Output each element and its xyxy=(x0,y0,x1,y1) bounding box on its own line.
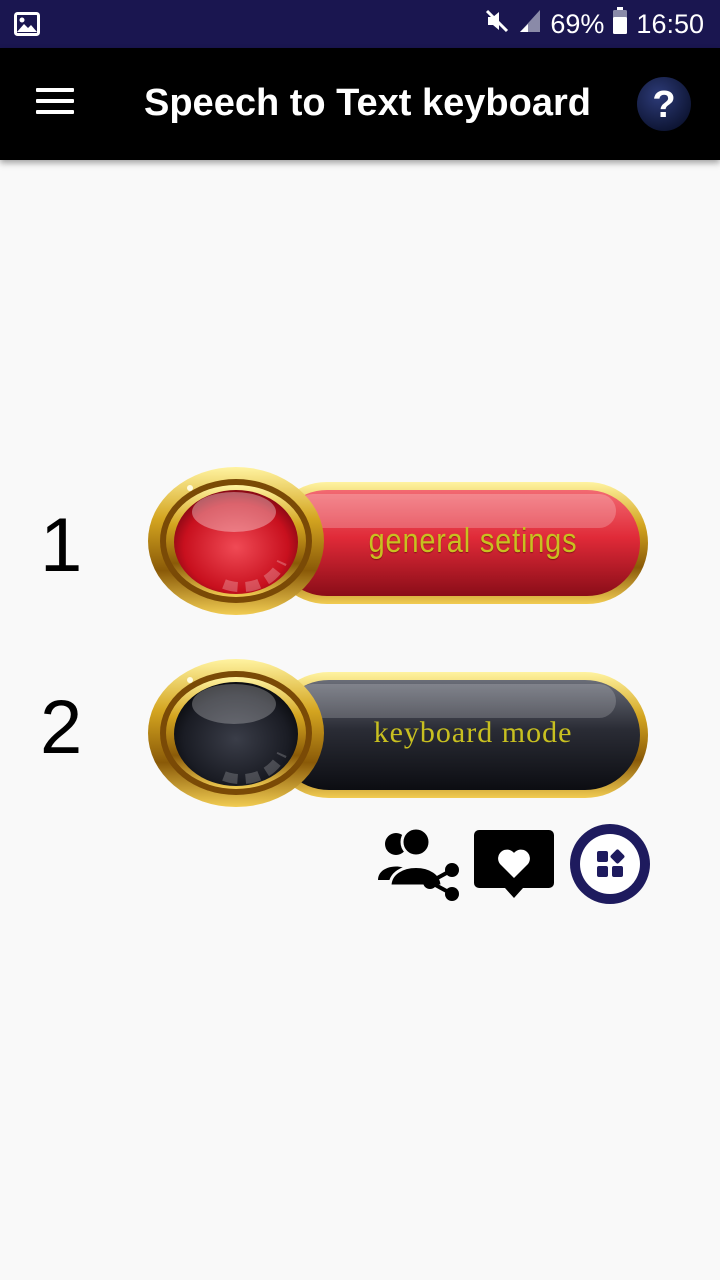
keyboard-mode-label: keyboard mode xyxy=(373,716,573,749)
apps-grid-icon[interactable] xyxy=(570,824,650,909)
general-settings-label: general setings xyxy=(368,521,578,560)
mute-icon xyxy=(484,8,510,41)
gallery-icon xyxy=(14,12,40,41)
battery-icon xyxy=(612,6,628,42)
heart-message-icon[interactable] xyxy=(473,829,555,904)
status-bar: 69% 16:50 xyxy=(0,0,720,48)
help-icon[interactable]: ? xyxy=(636,76,692,132)
share-users-icon[interactable] xyxy=(376,826,460,907)
signal-icon xyxy=(518,8,542,41)
app-title: Speech to Text keyboard xyxy=(144,82,591,124)
clock: 16:50 xyxy=(636,8,704,39)
general-settings-button[interactable]: general setings xyxy=(146,466,650,616)
svg-text:?: ? xyxy=(652,84,675,126)
app-bar: Speech to Text keyboard ? xyxy=(0,48,720,160)
menu-icon[interactable] xyxy=(36,86,76,118)
keyboard-mode-button[interactable]: keyboard mode xyxy=(146,658,650,808)
battery-text: 69% xyxy=(550,8,605,39)
step-number-2: 2 xyxy=(40,685,83,770)
step-number-1: 1 xyxy=(40,503,83,588)
